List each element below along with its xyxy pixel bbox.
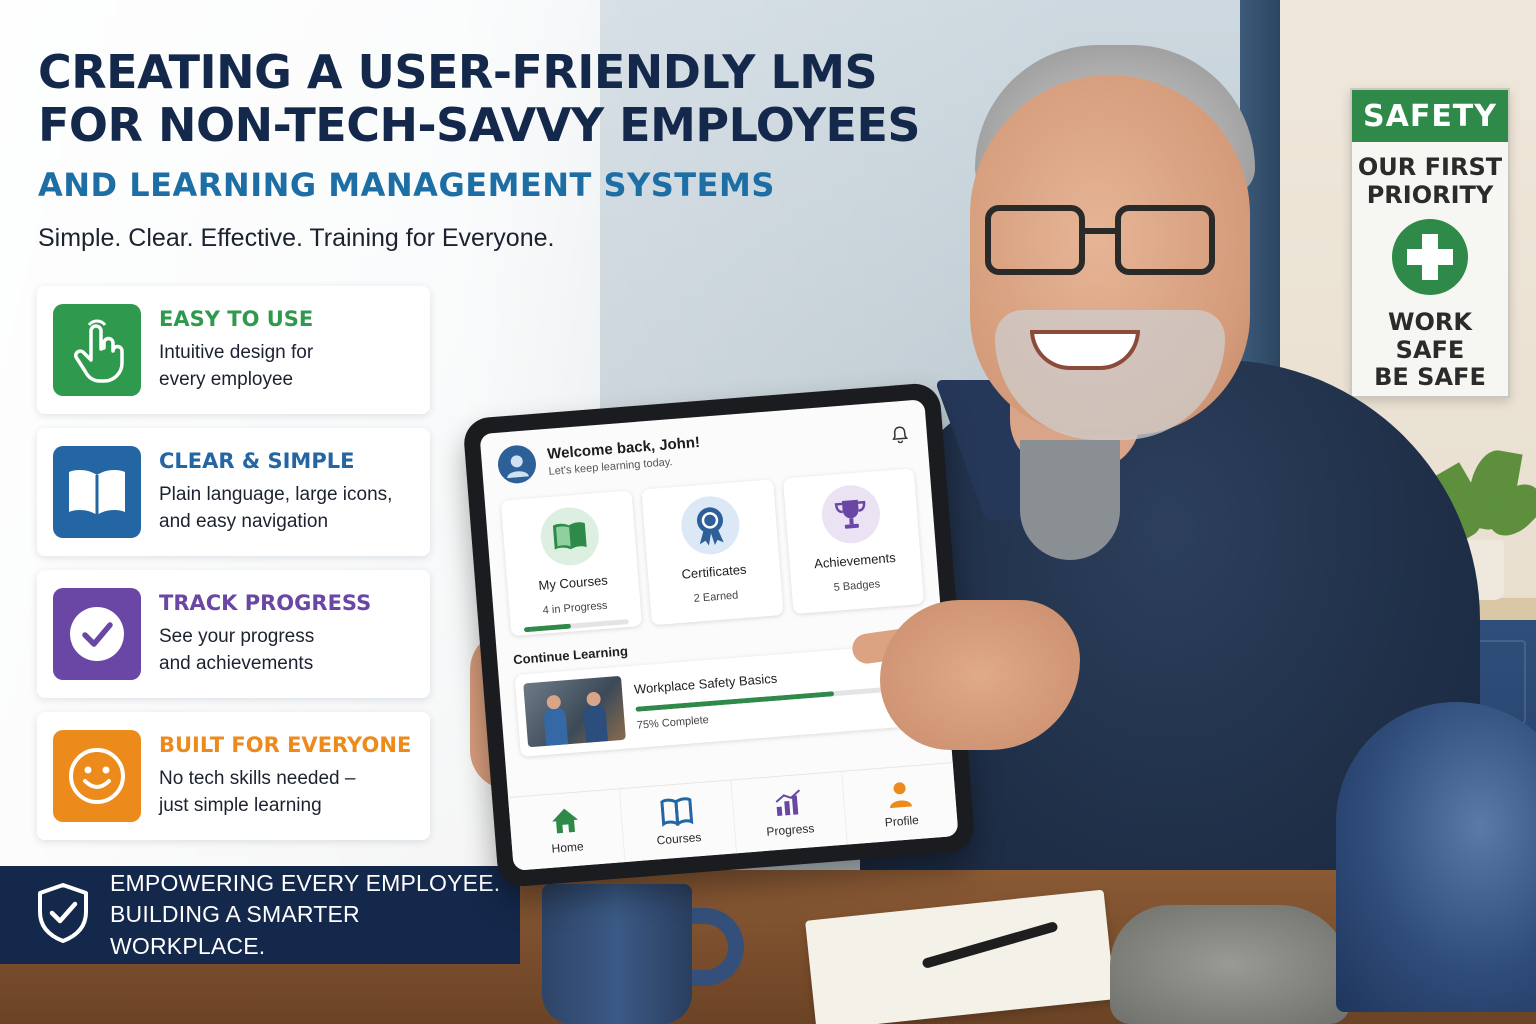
open-book-icon [53, 446, 141, 538]
bottom-navigation: Home Courses Progress Profile [508, 762, 959, 871]
safety-sign-heading: SAFETY [1352, 90, 1508, 142]
card-title: Certificates [680, 561, 748, 582]
safety-sign-line: OUR FIRST [1357, 153, 1503, 181]
coffee-mug [542, 884, 692, 1024]
smiley-icon [53, 730, 141, 822]
avatar[interactable] [496, 443, 538, 485]
bar-chart-icon [775, 788, 800, 816]
feature-description: Intuitive design for every employee [159, 341, 314, 390]
nav-label: Courses [656, 829, 702, 848]
card-subtitle: 2 Earned [693, 589, 739, 605]
nav-profile[interactable]: Profile [842, 763, 958, 844]
first-aid-cross-icon [1392, 219, 1468, 296]
achievements-card[interactable]: Achievements 5 Badges [782, 468, 925, 615]
page-subtitle: AND LEARNING MANAGEMENT SYSTEMS [38, 166, 775, 204]
nav-label: Profile [884, 812, 920, 830]
safety-sign-line: WORK SAFE [1388, 308, 1472, 364]
title-line: FOR NON-TECH-SAVVY EMPLOYEES [38, 98, 921, 153]
feature-card-built-for-everyone: BUILT FOR EVERYONE No tech skills needed… [37, 712, 430, 840]
work-gloves [1110, 905, 1350, 1024]
summary-cards: My Courses 4 in Progress Certificates 2 [500, 468, 925, 637]
feature-description: See your progress and achievements [159, 625, 315, 674]
card-subtitle: 4 in Progress [542, 599, 608, 617]
feature-description: No tech skills needed – just simple lear… [159, 767, 356, 816]
feature-description: Plain language, large icons, and easy na… [159, 483, 393, 532]
home-icon [552, 808, 579, 833]
feature-title: TRACK PROGRESS [159, 590, 372, 615]
feature-card-clear-simple: CLEAR & SIMPLE Plain language, large ico… [37, 428, 430, 556]
user-icon [507, 455, 529, 479]
card-title: Achievements [813, 549, 897, 572]
nav-label: Home [551, 838, 585, 856]
mission-banner: EMPOWERING EVERY EMPLOYEE. BUILDING A SM… [0, 866, 520, 964]
safety-sign-line: BE SAFE [1374, 363, 1486, 392]
book-icon [538, 505, 601, 568]
courses-progress-bar [523, 619, 630, 633]
feature-list: EASY TO USE Intuitive design for every e… [37, 286, 430, 854]
person-icon [889, 781, 912, 808]
feature-title: BUILT FOR EVERYONE [159, 732, 412, 757]
mission-text: EMPOWERING EVERY EMPLOYEE. BUILDING A SM… [110, 870, 501, 959]
check-circle-icon [53, 588, 141, 680]
book-icon [660, 796, 694, 827]
nav-home[interactable]: Home [508, 789, 626, 871]
trophy-icon [820, 483, 883, 546]
my-courses-card[interactable]: My Courses 4 in Progress [500, 490, 643, 637]
shield-check-icon [36, 882, 90, 949]
course-thumbnail [523, 675, 626, 748]
page-title: CREATING A USER-FRIENDLY LMS FOR NON-TEC… [38, 45, 938, 153]
feature-title: EASY TO USE [159, 306, 314, 331]
feature-card-easy-to-use: EASY TO USE Intuitive design for every e… [37, 286, 430, 414]
award-ribbon-icon [679, 494, 742, 557]
tap-hand-icon [53, 304, 141, 396]
hard-hat [1336, 702, 1536, 1012]
tagline: Simple. Clear. Effective. Training for E… [38, 224, 555, 252]
card-subtitle: 5 Badges [833, 578, 881, 594]
safety-sign: SAFETY OUR FIRST PRIORITY WORK SAFE BE S… [1350, 88, 1510, 398]
safety-sign-line: PRIORITY [1366, 180, 1494, 209]
bell-icon[interactable] [888, 422, 912, 446]
nav-label: Progress [765, 820, 815, 839]
courses-progress-fill [523, 623, 572, 633]
certificates-card[interactable]: Certificates 2 Earned [641, 479, 784, 626]
card-title: My Courses [537, 572, 609, 593]
feature-card-track-progress: TRACK PROGRESS See your progress and ach… [37, 570, 430, 698]
title-line: CREATING A USER-FRIENDLY LMS [38, 45, 878, 99]
nav-progress[interactable]: Progress [730, 771, 849, 854]
nav-courses[interactable]: Courses [619, 780, 737, 863]
feature-title: CLEAR & SIMPLE [159, 448, 355, 473]
